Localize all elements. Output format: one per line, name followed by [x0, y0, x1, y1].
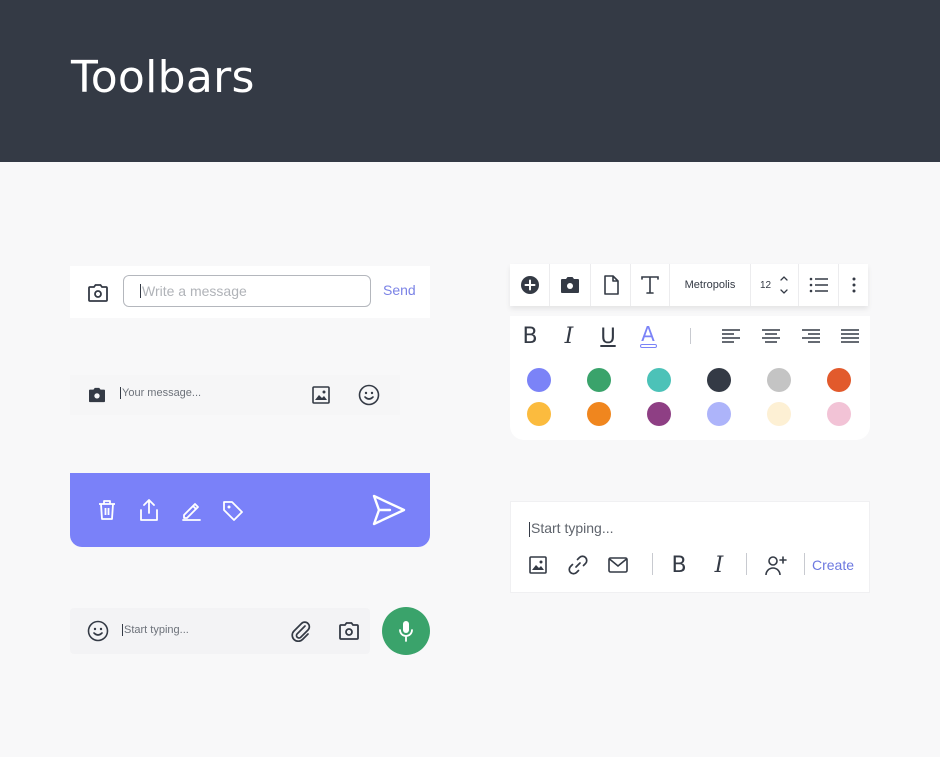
paperclip-icon[interactable]	[290, 620, 312, 642]
compact-input-placeholder: Your message...	[122, 387, 202, 399]
color-swatch[interactable]	[587, 402, 611, 426]
divider	[746, 553, 747, 575]
bold-button[interactable]: B	[520, 324, 540, 349]
compose-input[interactable]: Start typing...	[529, 520, 613, 537]
align-center-icon[interactable]	[760, 328, 782, 344]
edit-icon[interactable]	[180, 499, 202, 521]
align-left-icon[interactable]	[720, 328, 742, 344]
share-icon[interactable]	[138, 498, 160, 522]
color-swatch[interactable]	[527, 402, 551, 426]
italic-button[interactable]: I	[559, 324, 579, 349]
message-input[interactable]: Write a message	[123, 275, 371, 307]
send-button[interactable]: Send	[383, 282, 416, 298]
tag-icon[interactable]	[222, 500, 244, 522]
color-swatch[interactable]	[587, 368, 611, 392]
color-swatch[interactable]	[707, 402, 731, 426]
color-swatch[interactable]	[827, 368, 851, 392]
message-toolbar: Write a message Send	[70, 266, 430, 318]
voice-input-placeholder: Start typing...	[124, 624, 189, 636]
bold-button[interactable]: B	[669, 553, 689, 578]
color-swatch[interactable]	[767, 402, 791, 426]
underline-button[interactable]: U	[598, 324, 618, 348]
message-input-placeholder: Write a message	[142, 283, 247, 299]
stepper-arrows-icon[interactable]	[779, 274, 789, 296]
voice-message-toolbar: Start typing...	[70, 607, 430, 655]
justify-icon[interactable]	[839, 328, 861, 344]
microphone-icon	[398, 620, 414, 642]
voice-input-pill	[70, 608, 370, 654]
editor-toolbar: Metropolis 12	[510, 264, 868, 306]
color-swatch[interactable]	[707, 368, 731, 392]
page-header: Toolbars	[0, 0, 940, 162]
send-icon[interactable]	[372, 493, 406, 527]
color-swatch[interactable]	[647, 402, 671, 426]
camera-icon[interactable]	[550, 264, 591, 306]
voice-message-input[interactable]: Start typing...	[122, 624, 189, 637]
mail-icon[interactable]	[607, 556, 629, 574]
divider	[690, 328, 691, 344]
image-icon[interactable]	[528, 555, 548, 575]
create-button[interactable]: Create	[812, 557, 854, 573]
image-icon[interactable]	[311, 385, 331, 405]
trash-icon[interactable]	[96, 499, 118, 521]
color-swatch[interactable]	[647, 368, 671, 392]
record-voice-button[interactable]	[382, 607, 430, 655]
smiley-icon[interactable]	[87, 620, 109, 642]
camera-icon[interactable]	[87, 386, 107, 404]
font-family-select[interactable]: Metropolis	[670, 264, 751, 306]
add-icon[interactable]	[510, 264, 550, 306]
font-size-stepper[interactable]: 12	[751, 264, 799, 306]
action-toolbar	[70, 473, 430, 547]
smiley-icon[interactable]	[358, 384, 380, 406]
compact-message-input[interactable]: Your message...	[120, 387, 202, 400]
page-title: Toolbars	[71, 52, 255, 103]
align-right-icon[interactable]	[800, 328, 822, 344]
link-icon[interactable]	[567, 554, 589, 576]
font-size-value: 12	[759, 279, 772, 291]
camera-icon[interactable]	[87, 282, 109, 304]
camera-icon[interactable]	[339, 622, 359, 640]
color-swatch[interactable]	[827, 402, 851, 426]
add-person-icon[interactable]	[764, 554, 788, 576]
compose-placeholder: Start typing...	[531, 520, 614, 536]
more-options-icon[interactable]	[839, 264, 868, 306]
list-icon[interactable]	[799, 264, 839, 306]
text-color-indicator	[640, 344, 657, 348]
format-panel: B I U A	[510, 316, 870, 440]
file-icon[interactable]	[591, 264, 631, 306]
divider	[652, 553, 653, 575]
color-swatch[interactable]	[767, 368, 791, 392]
compose-box: Start typing... B I Create	[510, 501, 870, 593]
divider	[804, 553, 805, 575]
italic-button[interactable]: I	[709, 553, 729, 578]
text-color-button[interactable]: A	[638, 322, 658, 346]
text-icon[interactable]	[631, 264, 670, 306]
color-swatch[interactable]	[527, 368, 551, 392]
compact-message-toolbar: Your message...	[70, 375, 400, 415]
